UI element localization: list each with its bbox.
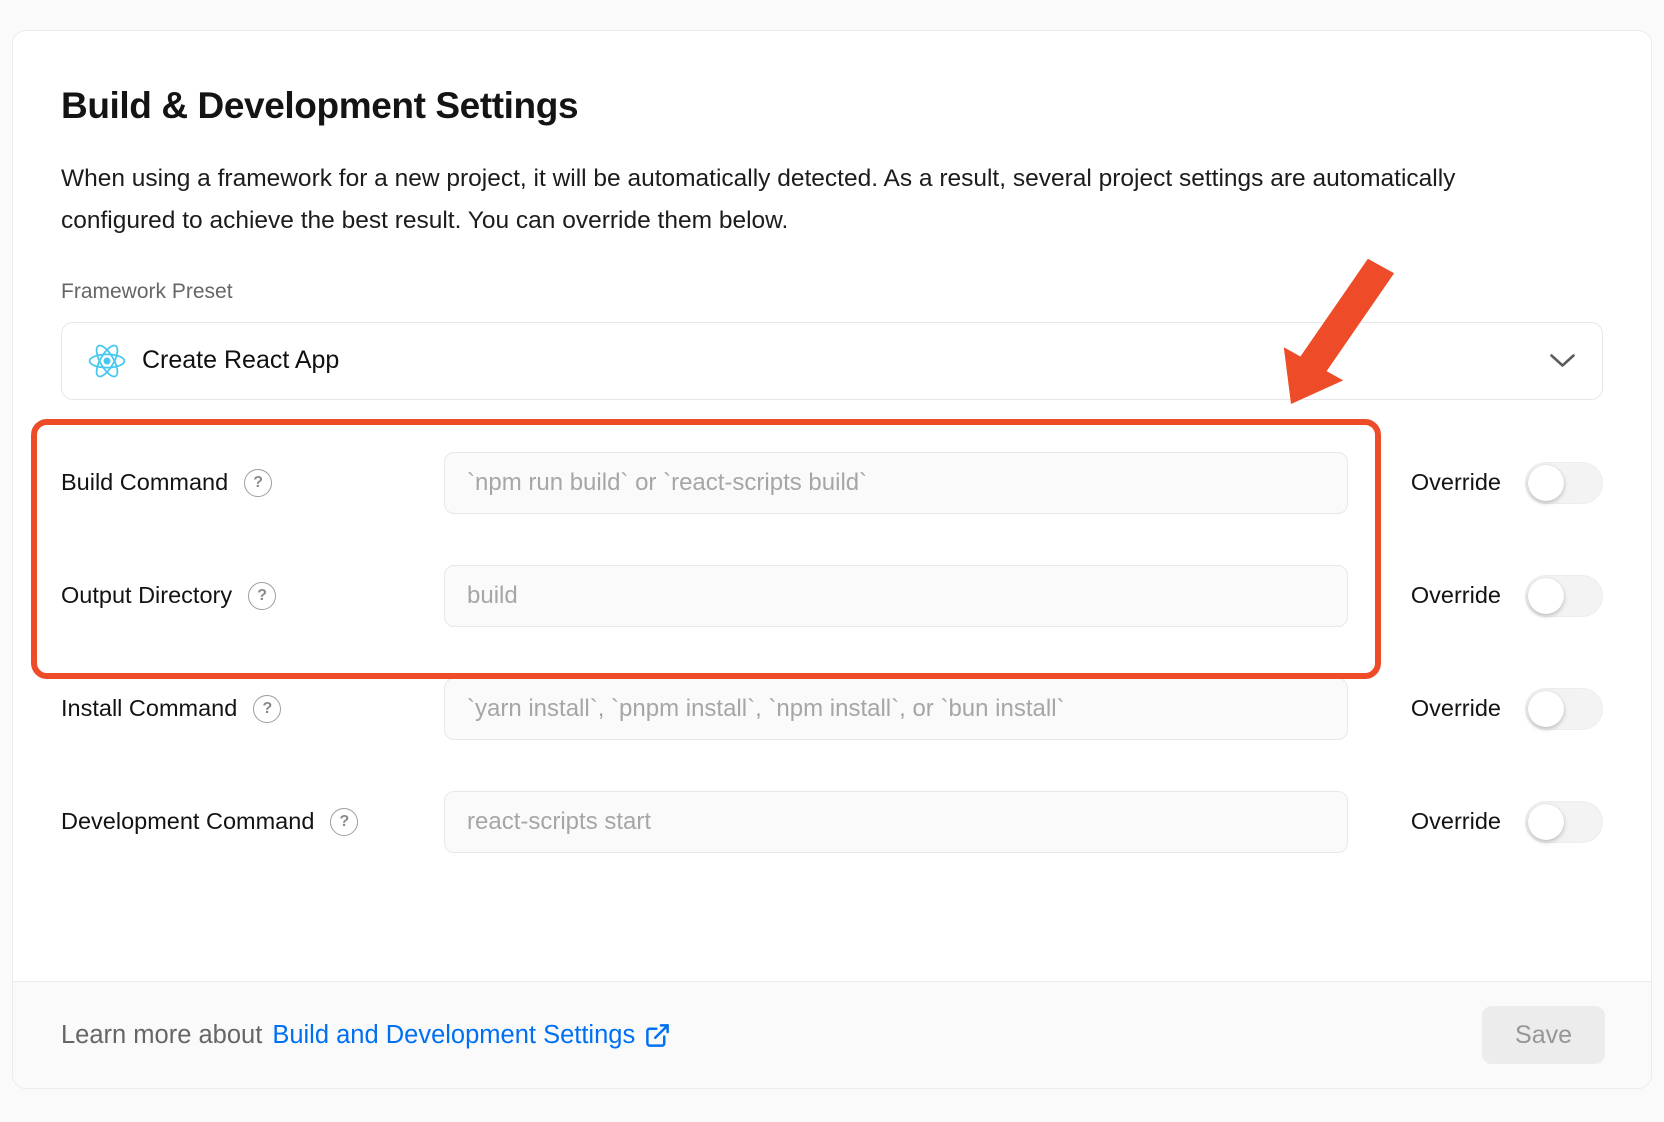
settings-row-build-command: Build Command ? Override — [61, 452, 1603, 514]
install-command-input[interactable] — [444, 678, 1348, 740]
output-directory-label-group: Output Directory ? — [61, 582, 444, 610]
framework-preset-value: Create React App — [142, 346, 339, 375]
help-glyph: ? — [257, 588, 267, 604]
install-command-override-toggle[interactable] — [1525, 688, 1603, 730]
development-command-label-group: Development Command ? — [61, 808, 444, 836]
chevron-down-icon — [1549, 353, 1576, 369]
help-glyph: ? — [262, 701, 272, 717]
react-logo-icon — [88, 343, 126, 379]
development-command-override-toggle[interactable] — [1525, 801, 1603, 843]
page-description: When using a framework for a new project… — [61, 158, 1541, 242]
build-command-override-group: Override — [1411, 462, 1603, 504]
card-main: Build & Development Settings When using … — [13, 31, 1651, 981]
page-title: Build & Development Settings — [61, 85, 1603, 128]
help-icon[interactable]: ? — [244, 469, 272, 497]
output-directory-input[interactable] — [444, 565, 1348, 627]
install-command-override-group: Override — [1411, 688, 1603, 730]
override-label: Override — [1411, 582, 1501, 609]
toggle-knob — [1528, 465, 1564, 501]
save-button[interactable]: Save — [1482, 1006, 1605, 1064]
toggle-knob — [1528, 691, 1564, 727]
development-command-override-group: Override — [1411, 801, 1603, 843]
learn-more-link-label: Build and Development Settings — [272, 1021, 635, 1050]
external-link-icon — [644, 1022, 671, 1049]
override-label: Override — [1411, 695, 1501, 722]
output-directory-override-toggle[interactable] — [1525, 575, 1603, 617]
settings-row-development-command: Development Command ? Override — [61, 791, 1603, 853]
help-icon[interactable]: ? — [253, 695, 281, 723]
toggle-knob — [1528, 804, 1564, 840]
build-settings-card: Build & Development Settings When using … — [12, 30, 1652, 1089]
help-icon[interactable]: ? — [330, 808, 358, 836]
highlighted-settings-zone: Build Command ? Override Output Director… — [61, 452, 1603, 627]
help-glyph: ? — [253, 475, 263, 491]
learn-more-text: Learn more about Build and Development S… — [61, 1021, 671, 1050]
framework-preset-label: Framework Preset — [61, 280, 1603, 304]
override-label: Override — [1411, 808, 1501, 835]
install-command-label-group: Install Command ? — [61, 695, 444, 723]
settings-row-install-command: Install Command ? Override — [61, 678, 1603, 740]
development-command-label: Development Command — [61, 808, 314, 835]
learn-more-link[interactable]: Build and Development Settings — [272, 1021, 671, 1050]
help-glyph: ? — [340, 814, 350, 830]
development-command-input[interactable] — [444, 791, 1348, 853]
override-label: Override — [1411, 469, 1501, 496]
help-icon[interactable]: ? — [248, 582, 276, 610]
settings-row-output-directory: Output Directory ? Override — [61, 565, 1603, 627]
build-command-override-toggle[interactable] — [1525, 462, 1603, 504]
toggle-knob — [1528, 578, 1564, 614]
settings-footer: Learn more about Build and Development S… — [13, 981, 1651, 1088]
output-directory-override-group: Override — [1411, 575, 1603, 617]
learn-more-prefix: Learn more about — [61, 1021, 262, 1050]
build-command-label: Build Command — [61, 469, 228, 496]
build-command-input[interactable] — [444, 452, 1348, 514]
framework-preset-select[interactable]: Create React App — [61, 322, 1603, 400]
settings-rows: Build Command ? Override Output Director… — [61, 452, 1603, 853]
install-command-label: Install Command — [61, 695, 237, 722]
build-command-label-group: Build Command ? — [61, 469, 444, 497]
output-directory-label: Output Directory — [61, 582, 232, 609]
